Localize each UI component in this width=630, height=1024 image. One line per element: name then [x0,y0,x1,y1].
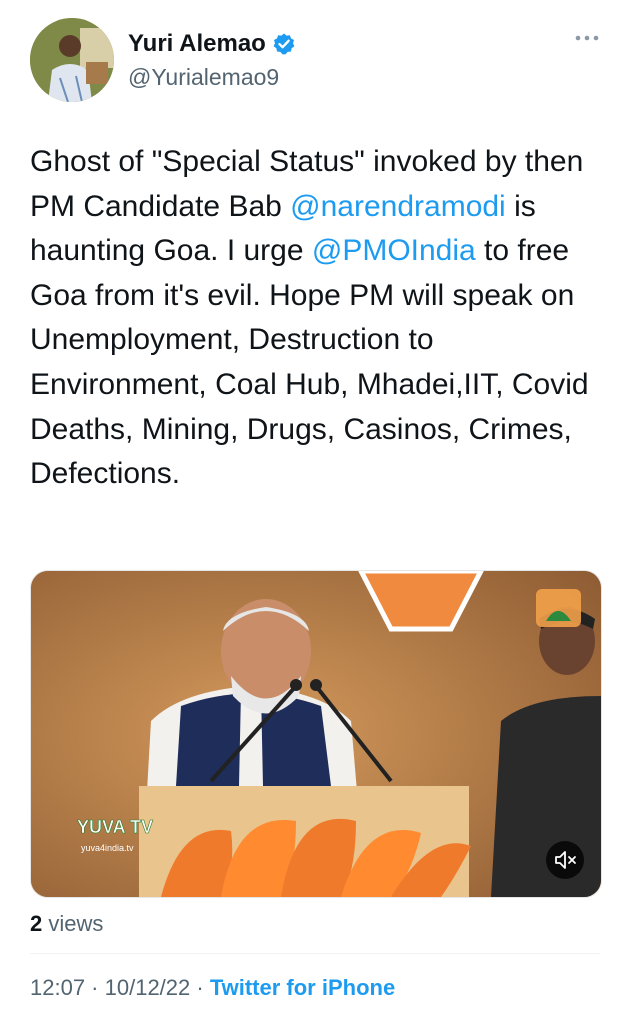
tweet-date[interactable]: 10/12/22 [105,975,191,1000]
tweet-text: Ghost of "Special Status" invoked by the… [30,140,600,497]
divider [30,953,600,954]
mention-link-pmoindia[interactable]: @PMOIndia [312,234,476,267]
name-row: Yuri Alemao [128,30,296,58]
views-count: 2 [30,911,43,936]
watermark-url: yuva4india.tv [81,843,134,853]
mute-toggle-button[interactable] [546,841,584,879]
verified-badge-icon [273,33,295,55]
views-row: 2 views [30,911,103,937]
avatar[interactable] [30,18,114,102]
video-frame: YUVA TV yuva4india.tv [31,571,601,897]
source-link[interactable]: Twitter for iPhone [210,975,395,1000]
more-options-icon[interactable] [572,28,602,48]
video-player[interactable]: YUVA TV yuva4india.tv [30,570,602,898]
avatar-photo [30,18,114,102]
tweet-meta: 12:07 · 10/12/22 · Twitter for iPhone [30,975,395,1001]
tweet-header: Yuri Alemao @Yurialemao9 [0,0,630,110]
user-handle[interactable]: @Yurialemao9 [128,64,279,91]
mention-link-narendramodi[interactable]: @narendramodi [290,190,506,223]
tweet-time[interactable]: 12:07 [30,975,85,1000]
views-label: views [42,911,104,936]
tweet-text-part: to free Goa from it's evil. Hope PM will… [30,234,589,491]
meta-separator: · [85,975,105,1000]
display-name[interactable]: Yuri Alemao [128,30,266,58]
meta-separator: · [190,975,210,1000]
speaker-muted-icon [555,851,576,869]
watermark-logo: YUVA TV [77,817,153,837]
